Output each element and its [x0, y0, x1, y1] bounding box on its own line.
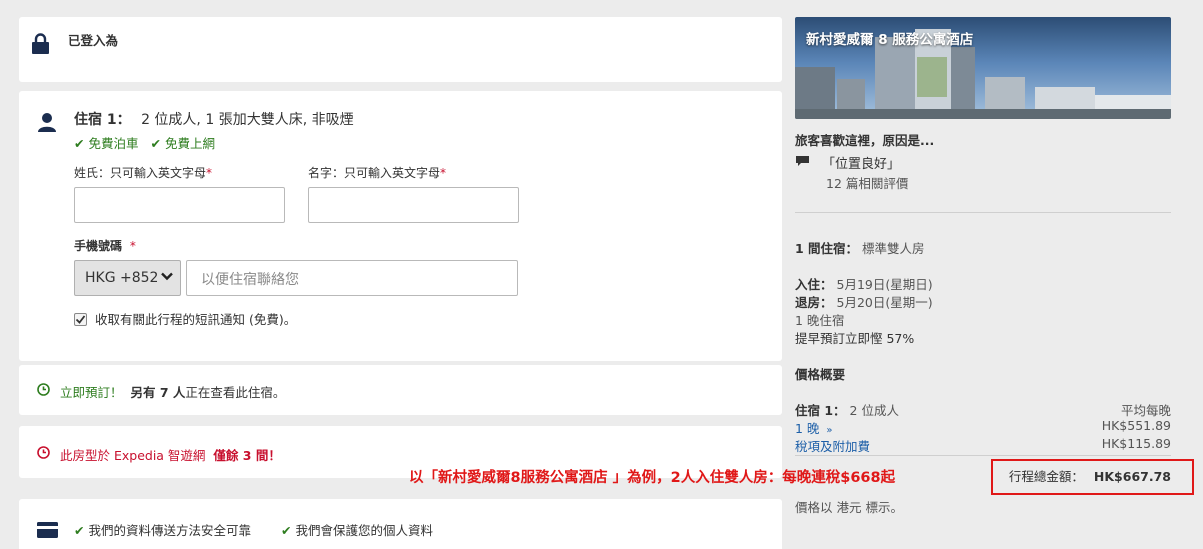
given-name-label: 名字：只可輸入英文字母*	[308, 166, 447, 180]
check-icon: ✔	[150, 136, 161, 151]
room-summary: 1 間住宿： 標準雙人房	[795, 241, 925, 256]
checkout-row: 退房： 5月20日(星期一)	[795, 295, 933, 310]
phone-input[interactable]: 以便住宿聯絡您	[186, 260, 518, 296]
tax-price: HK$115.89	[1101, 436, 1171, 451]
scarcity-remaining: 僅餘 3 間！	[213, 448, 281, 463]
sms-checkbox[interactable]	[74, 313, 87, 326]
total-highlight-box	[991, 459, 1194, 495]
check-icon: ✔	[74, 523, 85, 538]
hotel-name: 新村愛威爾 8 服務公寓酒店	[806, 32, 974, 48]
speech-bubble-icon	[796, 156, 809, 171]
chevron-down-icon	[161, 270, 173, 285]
check-icon: ✔	[74, 136, 85, 151]
clock-icon	[37, 383, 50, 400]
price-summary-title: 價格概要	[795, 367, 846, 382]
phone-code-value: HKG +852	[85, 270, 159, 286]
login-card: 已登入為	[19, 17, 782, 82]
price-divider	[795, 455, 1171, 456]
review-count: 12 篇相關評價	[826, 176, 909, 191]
given-name-input[interactable]	[308, 187, 519, 223]
phone-code-select[interactable]: HKG +852	[74, 260, 181, 296]
check-icon: ✔	[280, 523, 292, 538]
logged-in-text: 已登入為	[68, 33, 119, 48]
hotel-image: 新村愛威爾 8 服務公寓酒店	[795, 17, 1171, 119]
nights-price: HK$551.89	[1101, 418, 1171, 433]
lock-icon	[32, 33, 49, 58]
checkin-row: 入住： 5月19日(星期日)	[795, 277, 933, 292]
security-card: ✔ 我們的資料傳送方法安全可靠 ✔ 我們會保護您的個人資料	[19, 499, 782, 549]
early-booking-discount: 提早預訂立即慳 57%	[795, 331, 915, 346]
why-title: 旅客喜歡這裡，原因是...	[795, 133, 935, 148]
clock-icon	[37, 446, 50, 463]
amenity-wifi: 免費上網	[164, 136, 215, 151]
price-room-row: 住宿 1： 2 位成人	[795, 403, 899, 418]
chevron-double-down-icon: »	[826, 425, 833, 436]
annotation-text: 以「新村愛威爾8服務公寓酒店 」為例，2人入住雙人房：每晚連稅$668起	[409, 470, 896, 486]
viewing-card: 立即預訂！ 另有 7 人正在查看此住宿。	[19, 365, 782, 415]
security-privacy-text: 我們會保護您的個人資料	[295, 523, 433, 538]
room-title: 住宿 1：	[74, 112, 131, 128]
tax-fees-link[interactable]: 稅項及附加費	[795, 436, 870, 455]
highlight-text: 「位置良好」	[822, 157, 901, 172]
surname-label: 姓氏：只可輸入英文字母*	[74, 166, 213, 180]
person-icon	[37, 112, 57, 136]
credit-card-icon	[37, 522, 58, 542]
scarcity-text: 此房型於 Expedia 智遊網	[60, 448, 206, 463]
viewing-count: 另有 7 人	[130, 385, 186, 400]
sms-label: 收取有關此行程的短訊通知 (免費)。	[94, 312, 297, 327]
sidebar-divider	[795, 212, 1171, 213]
viewing-suffix: 正在查看此住宿。	[185, 385, 286, 400]
traveler-card: 住宿 1： 2 位成人, 1 張加大雙人床, 非吸煙 ✔ 免費泊車 ✔ 免費上網…	[19, 91, 782, 361]
security-transfer-text: 我們的資料傳送方法安全可靠	[88, 523, 251, 538]
book-now-text: 立即預訂！	[60, 385, 123, 400]
phone-label: 手機號碼 *	[74, 239, 136, 253]
phone-placeholder: 以便住宿聯絡您	[201, 272, 299, 288]
nights-link[interactable]: 1 晚 »	[795, 418, 833, 437]
room-details: 2 位成人, 1 張加大雙人床, 非吸煙	[141, 112, 354, 128]
currency-note: 價格以 港元 標示。	[795, 500, 903, 515]
nights-count: 1 晚住宿	[795, 313, 845, 328]
amenity-parking: 免費泊車	[88, 136, 139, 151]
surname-input[interactable]	[74, 187, 285, 223]
avg-per-night-label: 平均每晚	[1120, 403, 1171, 418]
